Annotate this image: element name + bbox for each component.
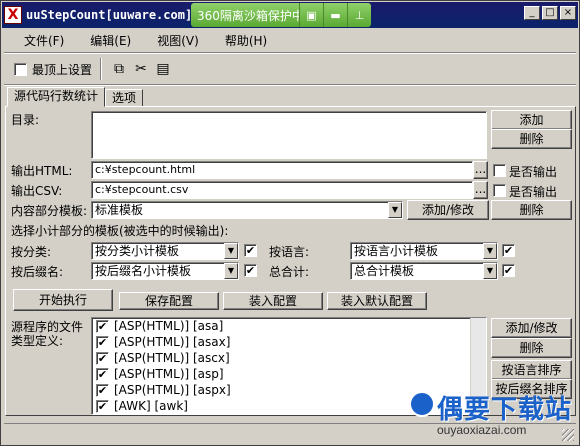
list-item-checkbox[interactable]: ✔ <box>96 399 109 413</box>
by-category-select[interactable]: 按分类小计模板 ▼ <box>91 242 239 260</box>
menu-bar: 文件(F) 编辑(E) 视图(V) 帮助(H) <box>4 29 576 51</box>
list-item-label: [ASP(HTML)] [asa] <box>114 319 224 333</box>
toolbar: 最顶上设置 ⧉ ✂ ▤ <box>4 55 576 83</box>
sandbox-banner: 360隔离沙箱保护中... ▣ ▬ ⊥ <box>191 3 371 27</box>
start-button[interactable]: 开始执行 <box>13 289 113 311</box>
subtotal-label: 选择小计部分的模板(被选中的时候输出): <box>11 224 229 238</box>
window-title: uuStepCount[uuware.com] <box>26 8 193 22</box>
list-item-label: [ASP(HTML)] [ascx] <box>114 351 230 365</box>
list-item-label: [ASP(HTML)] [aspx] <box>114 383 231 397</box>
output-csv-checkbox[interactable] <box>493 184 506 197</box>
menu-help[interactable]: 帮助(H) <box>225 32 267 49</box>
cut-icon[interactable]: ✂ <box>130 58 152 80</box>
topmost-checkbox[interactable] <box>14 62 27 76</box>
directory-textarea[interactable] <box>91 111 487 159</box>
watermark-title: 偶要下载站 <box>437 395 573 425</box>
load-config-button[interactable]: 装入配置 <box>223 292 323 310</box>
topmost-label: 最顶上设置 <box>32 62 93 77</box>
by-language-select[interactable]: 按语言小计模板 ▼ <box>350 242 498 260</box>
total-select[interactable]: 总合计模板 ▼ <box>350 262 498 280</box>
list-item[interactable]: ✔ [ASP(HTML)] [ascx] <box>92 350 486 366</box>
app-icon: X <box>4 6 22 24</box>
by-category-value: 按分类小计模板 <box>95 244 180 258</box>
add-directory-button[interactable]: 添加 <box>491 110 572 130</box>
tab-strip: 源代码行数统计 选项 <box>7 87 144 107</box>
minimize-button[interactable]: _ <box>524 6 540 20</box>
chevron-down-icon[interactable]: ▼ <box>224 263 238 279</box>
by-ext-checkbox[interactable]: ✔ <box>244 264 257 277</box>
output-html-checkbox[interactable] <box>493 164 506 177</box>
browse-csv-button[interactable]: ... <box>473 181 488 199</box>
pin-icon[interactable]: ⊥ <box>347 3 371 27</box>
restore-icon[interactable]: ▣ <box>299 3 323 27</box>
list-item-label: [AWK] [awk] <box>114 399 188 413</box>
output-html-field[interactable]: c:¥stepcount.html <box>91 161 473 179</box>
by-category-label: 按分类: <box>11 245 52 259</box>
list-item-checkbox[interactable]: ✔ <box>96 335 109 349</box>
by-category-checkbox[interactable]: ✔ <box>244 244 257 257</box>
chevron-down-icon[interactable]: ▼ <box>224 243 238 259</box>
output-csv-label: 输出CSV: <box>11 184 63 198</box>
directory-label: 目录: <box>11 113 40 127</box>
menu-file[interactable]: 文件(F) <box>24 32 64 49</box>
watermark-url: ouyaoxiazai.com <box>437 423 527 437</box>
by-ext-select[interactable]: 按后缀名小计模板 ▼ <box>91 262 239 280</box>
output-csv-check-label: 是否输出 <box>509 185 558 199</box>
list-item-checkbox[interactable]: ✔ <box>96 383 109 397</box>
copy-icon[interactable]: ⧉ <box>108 58 130 80</box>
browse-html-button[interactable]: ... <box>473 161 488 179</box>
def-delete-button[interactable]: 删除 <box>491 338 572 358</box>
def-add-edit-button[interactable]: 添加/修改 <box>491 318 572 338</box>
by-ext-value: 按后缀名小计模板 <box>95 264 192 278</box>
menu-edit[interactable]: 编辑(E) <box>90 32 131 49</box>
output-csv-field[interactable]: c:¥stepcount.csv <box>91 181 473 199</box>
site-watermark: 偶要下载站 ouyaoxiazai.com <box>407 389 579 445</box>
paste-icon[interactable]: ▤ <box>152 58 174 80</box>
tab-options[interactable]: 选项 <box>105 89 144 107</box>
chevron-down-icon[interactable]: ▼ <box>483 263 497 279</box>
chevron-down-icon[interactable]: ▼ <box>388 202 402 218</box>
app-window: X uuStepCount[uuware.com] 360隔离沙箱保护中... … <box>0 0 580 446</box>
output-html-check-label: 是否输出 <box>509 165 558 179</box>
load-default-config-button[interactable]: 装入默认配置 <box>327 292 427 310</box>
by-language-checkbox[interactable]: ✔ <box>502 244 515 257</box>
template-delete-button[interactable]: 删除 <box>491 200 572 220</box>
by-language-value: 按语言小计模板 <box>354 244 439 258</box>
sort-by-language-button[interactable]: 按语言排序 <box>491 360 572 380</box>
source-def-label: 源程序的文件类型定义: <box>11 320 84 348</box>
output-html-label: 输出HTML: <box>11 164 73 178</box>
watermark-logo <box>409 391 435 417</box>
list-item-checkbox[interactable]: ✔ <box>96 367 109 381</box>
total-label: 总合计: <box>269 265 310 279</box>
sandbox-text: 360隔离沙箱保护中... <box>197 8 299 23</box>
list-item[interactable]: ✔ [ASP(HTML)] [asax] <box>92 334 486 350</box>
list-item-checkbox[interactable]: ✔ <box>96 351 109 365</box>
list-item-label: [ASP(HTML)] [asp] <box>114 367 224 381</box>
total-value: 总合计模板 <box>354 264 415 278</box>
tab-line-count[interactable]: 源代码行数统计 <box>7 87 106 107</box>
total-checkbox[interactable]: ✔ <box>502 264 515 277</box>
by-ext-label: 按后缀名: <box>11 265 64 279</box>
toolbar-divider <box>100 58 103 80</box>
menu-divider <box>4 52 576 54</box>
template-add-edit-button[interactable]: 添加/修改 <box>407 200 489 220</box>
list-item[interactable]: ✔ [ASP(HTML)] [asp] <box>92 366 486 382</box>
folder-icon[interactable]: ▬ <box>323 3 347 27</box>
menu-view[interactable]: 视图(V) <box>157 32 199 49</box>
by-language-label: 按语言: <box>269 245 310 259</box>
toolbar-divider-bottom <box>4 84 576 86</box>
save-config-button[interactable]: 保存配置 <box>119 292 219 310</box>
list-item[interactable]: ✔ [ASP(HTML)] [asa] <box>92 318 486 334</box>
close-button[interactable]: × <box>560 6 576 20</box>
template-select[interactable]: 标准模板 ▼ <box>91 201 403 219</box>
list-item-label: [ASP(HTML)] [asax] <box>114 335 231 349</box>
list-item-checkbox[interactable]: ✔ <box>96 319 109 333</box>
delete-directory-button[interactable]: 删除 <box>491 129 572 149</box>
template-value: 标准模板 <box>95 203 144 217</box>
window-controls: _ □ × <box>524 6 576 20</box>
maximize-button[interactable]: □ <box>542 6 558 20</box>
template-label: 内容部分模板: <box>11 204 88 218</box>
chevron-down-icon[interactable]: ▼ <box>483 243 497 259</box>
